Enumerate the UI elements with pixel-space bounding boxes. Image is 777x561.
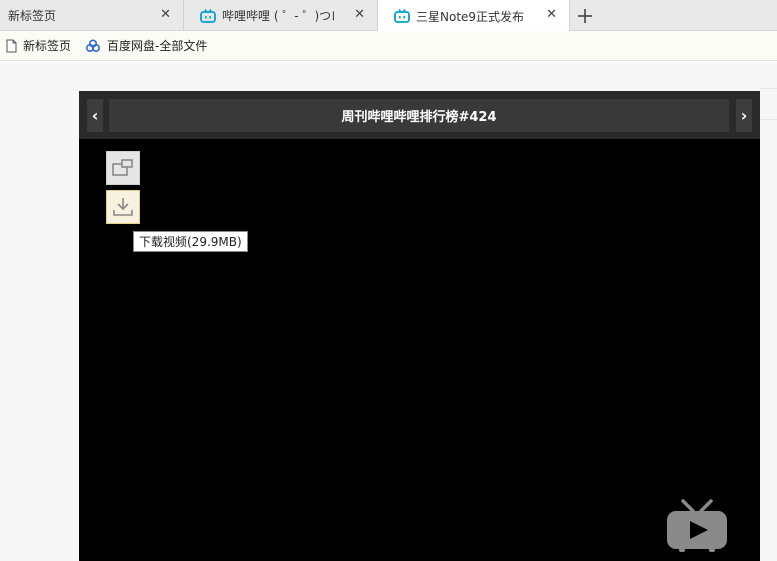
player-header: ‹ 周刊哔哩哔哩排行榜#424 › xyxy=(79,91,760,139)
divider xyxy=(760,88,777,89)
close-icon[interactable]: ✕ xyxy=(546,8,557,22)
tab-strip: 新标签页 ✕ 哔哩哔哩 ( ゜- ゜)つロ ✕ 三星Note9正式发布 ✕ xyxy=(0,0,777,32)
bookmark-baidu-netdisk[interactable]: 百度网盘-全部文件 xyxy=(85,37,207,54)
download-icon xyxy=(113,198,133,216)
bookmarks-bar: 新标签页 百度网盘-全部文件 xyxy=(0,31,777,61)
bilibili-tv-icon xyxy=(200,8,216,23)
baidu-netdisk-icon xyxy=(86,38,101,52)
tab-title: 新标签页 xyxy=(8,9,57,23)
picture-in-picture-button[interactable] xyxy=(106,151,140,185)
bilibili-tv-logo-icon xyxy=(667,499,727,552)
tab-title: 哔哩哔哩 ( ゜- ゜)つロ xyxy=(222,9,334,23)
plus-icon xyxy=(578,9,592,23)
next-button[interactable]: › xyxy=(736,99,752,132)
bilibili-tv-icon xyxy=(394,9,410,23)
download-video-button[interactable] xyxy=(106,190,140,224)
player-title: 周刊哔哩哔哩排行榜#424 xyxy=(109,99,729,132)
close-icon[interactable]: ✕ xyxy=(354,8,365,22)
video-player[interactable]: ‹ 周刊哔哩哔哩排行榜#424 › 下载视频(29.9MB) xyxy=(79,91,760,561)
tab-bilibili[interactable]: 哔哩哔哩 ( ゜- ゜)つロ ✕ xyxy=(184,0,378,31)
bookmark-new-tab[interactable]: 新标签页 xyxy=(6,37,71,54)
download-tooltip: 下载视频(29.9MB) xyxy=(133,231,248,252)
picture-in-picture-icon xyxy=(112,159,133,176)
divider xyxy=(760,119,777,120)
tab-samsung-note9[interactable]: 三星Note9正式发布 ✕ xyxy=(378,0,570,32)
prev-button[interactable]: ‹ xyxy=(87,99,103,132)
bookmark-label: 新标签页 xyxy=(23,39,72,53)
video-title: 周刊哔哩哔哩排行榜#424 xyxy=(341,110,497,125)
bookmark-label: 百度网盘-全部文件 xyxy=(107,39,208,53)
tab-title: 三星Note9正式发布 xyxy=(416,9,525,24)
new-tab-button[interactable] xyxy=(572,4,598,28)
close-icon[interactable]: ✕ xyxy=(160,8,171,22)
page-icon xyxy=(6,39,17,52)
tab-new-tab[interactable]: 新标签页 ✕ xyxy=(0,0,184,31)
